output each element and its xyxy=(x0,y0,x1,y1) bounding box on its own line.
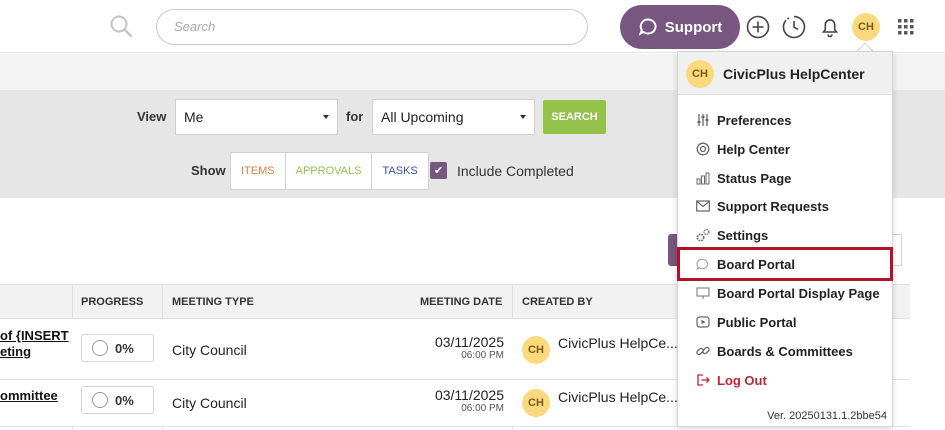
meeting-date: 03/11/2025 xyxy=(434,334,504,350)
avatar: CH xyxy=(522,336,550,364)
menu-item-label: Settings xyxy=(717,227,769,243)
sliders-icon xyxy=(695,113,710,128)
avatar: CH xyxy=(522,389,550,417)
show-label: Show xyxy=(191,163,226,178)
user-menu-header: CH CivicPlus HelpCenter xyxy=(678,52,892,95)
meeting-name-link[interactable]: eting xyxy=(0,344,31,359)
link-icon xyxy=(695,344,710,359)
play-icon xyxy=(695,315,710,330)
bell-icon[interactable] xyxy=(817,14,843,40)
menu-item-label: Status Page xyxy=(717,170,792,186)
menu-item-support-requests[interactable]: Support Requests xyxy=(678,192,892,220)
menu-item-public-portal[interactable]: Public Portal xyxy=(678,308,892,336)
meeting-name-link[interactable]: of {INSERT xyxy=(0,328,69,343)
menu-item-preferences[interactable]: Preferences xyxy=(678,106,892,134)
include-completed-label: Include Completed xyxy=(457,163,574,179)
search-icon[interactable] xyxy=(108,13,134,39)
menu-item-label: Log Out xyxy=(717,372,767,388)
menu-item-status-page[interactable]: Status Page xyxy=(678,164,892,192)
support-label: Support xyxy=(664,18,723,36)
top-bar: Search Support CH xyxy=(0,0,945,53)
progress-ring-icon xyxy=(92,340,108,356)
status-chart-icon xyxy=(695,171,710,186)
monitor-icon xyxy=(695,286,710,301)
created-by: CivicPlus HelpCe... xyxy=(558,335,678,351)
include-completed-checkbox[interactable]: ✔ xyxy=(430,162,447,179)
meeting-time: 06:00 PM xyxy=(461,403,504,414)
chevron-down-icon xyxy=(520,115,526,119)
column-header-meeting-type[interactable]: MEETING TYPE xyxy=(172,296,254,308)
envelope-icon xyxy=(695,199,710,214)
version-text: Ver. 20250131.1.2bbe54 xyxy=(767,410,887,422)
support-button[interactable]: Support xyxy=(620,5,740,49)
show-items-toggle[interactable]: ITEMS xyxy=(231,153,286,189)
lifebuoy-icon xyxy=(695,142,710,157)
progress-indicator: 0% xyxy=(81,334,154,362)
meeting-date: 03/11/2025 xyxy=(434,387,504,403)
column-header-progress[interactable]: PROGRESS xyxy=(81,296,143,308)
progress-ring-icon xyxy=(92,392,108,408)
show-toggle-group: ITEMS APPROVALS TASKS xyxy=(230,152,429,190)
menu-item-label: Board Portal xyxy=(717,256,796,272)
chevron-down-icon xyxy=(323,115,329,119)
menu-item-board-portal[interactable]: Board Portal xyxy=(677,247,893,281)
menu-item-label: Help Center xyxy=(717,141,790,157)
menu-item-help-center[interactable]: Help Center xyxy=(678,135,892,163)
menu-item-log-out[interactable]: Log Out xyxy=(678,366,892,394)
show-tasks-toggle[interactable]: TASKS xyxy=(372,153,427,189)
add-icon[interactable] xyxy=(745,14,771,40)
search-input[interactable]: Search xyxy=(156,9,588,45)
meeting-name-link[interactable]: ommittee xyxy=(0,388,58,403)
for-select[interactable]: All Upcoming xyxy=(372,99,535,135)
for-select-value: All Upcoming xyxy=(381,109,464,125)
progress-indicator: 0% xyxy=(81,386,154,414)
user-avatar[interactable]: CH xyxy=(852,13,880,41)
avatar: CH xyxy=(686,60,714,88)
for-label: for xyxy=(346,109,364,124)
created-by: CivicPlus HelpCe... xyxy=(558,389,678,405)
meeting-type: City Council xyxy=(172,342,247,358)
show-approvals-toggle[interactable]: APPROVALS xyxy=(286,153,373,189)
view-select[interactable]: Me xyxy=(175,99,338,135)
meeting-time: 06:00 PM xyxy=(461,350,504,361)
menu-item-boards-committees[interactable]: Boards & Committees xyxy=(678,337,892,365)
chat-icon xyxy=(638,18,657,36)
view-select-value: Me xyxy=(184,109,204,125)
menu-item-label: Board Portal Display Page xyxy=(717,285,880,301)
meeting-type: City Council xyxy=(172,395,247,411)
history-icon[interactable] xyxy=(781,14,807,40)
user-name: CivicPlus HelpCenter xyxy=(723,66,865,82)
progress-value: 0% xyxy=(115,392,134,408)
column-header-created-by[interactable]: CREATED BY xyxy=(522,296,593,308)
menu-item-board-portal-display-page[interactable]: Board Portal Display Page xyxy=(678,279,892,307)
app-grid-icon[interactable] xyxy=(897,14,923,40)
column-header-meeting-date[interactable]: MEETING DATE xyxy=(420,296,502,308)
view-label: View xyxy=(137,109,167,124)
user-menu: CH CivicPlus HelpCenter Preferences Help… xyxy=(677,51,893,427)
action-dropdown-partial[interactable] xyxy=(892,234,902,266)
gears-icon xyxy=(695,228,710,243)
chat-bubble-icon xyxy=(695,257,710,272)
menu-item-settings[interactable]: Settings xyxy=(678,221,892,249)
menu-item-label: Support Requests xyxy=(717,198,829,214)
menu-item-label: Boards & Committees xyxy=(717,343,853,359)
progress-value: 0% xyxy=(115,340,134,356)
checkmark-icon: ✔ xyxy=(433,165,444,177)
logout-icon xyxy=(695,373,710,388)
menu-item-label: Preferences xyxy=(717,112,792,128)
menu-item-label: Public Portal xyxy=(717,314,797,330)
search-button[interactable]: SEARCH xyxy=(543,100,606,134)
